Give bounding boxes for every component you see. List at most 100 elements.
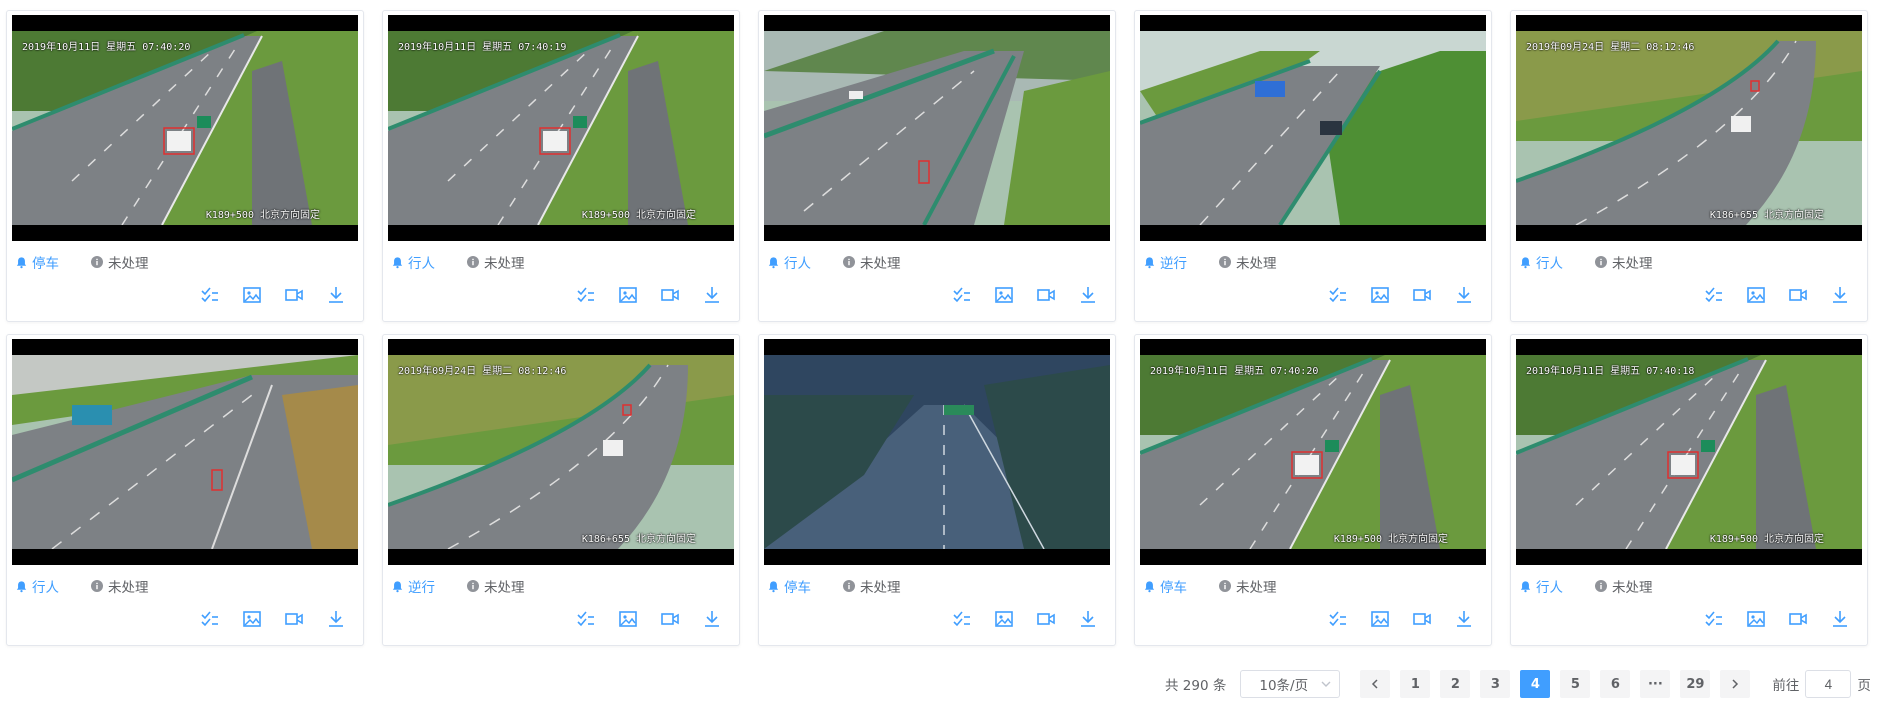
- view-video-button[interactable]: [1788, 285, 1808, 305]
- process-button[interactable]: [576, 285, 596, 305]
- view-video-button[interactable]: [660, 609, 680, 629]
- view-image-button[interactable]: [1370, 285, 1390, 305]
- prev-page-button[interactable]: [1360, 670, 1391, 698]
- event-card[interactable]: 2019年09月24日 星期二 08:12:46 K186+655 北京方向固定行…: [1510, 10, 1868, 322]
- view-video-button[interactable]: [1412, 285, 1432, 305]
- process-button[interactable]: [200, 285, 220, 305]
- more-pages-button[interactable]: ···: [1640, 670, 1671, 698]
- event-type: 停车: [767, 576, 843, 596]
- event-card[interactable]: 2019年10月11日 星期五 07:40:18 K189+500 北京方向固定行…: [1510, 334, 1868, 646]
- download-button[interactable]: [1078, 609, 1098, 629]
- download-button[interactable]: [1454, 285, 1474, 305]
- info-icon: [1219, 580, 1231, 592]
- check-list-icon: [1705, 611, 1722, 627]
- event-snapshot[interactable]: 2019年10月11日 星期五 07:40:20 K189+500 北京方向固定: [1140, 339, 1486, 565]
- view-image-button[interactable]: [1370, 609, 1390, 629]
- download-button[interactable]: [1830, 285, 1850, 305]
- page-button[interactable]: 2: [1440, 670, 1471, 698]
- download-button[interactable]: [1078, 285, 1098, 305]
- view-image-button[interactable]: [994, 609, 1014, 629]
- card-actions: [12, 285, 358, 305]
- chevron-right-icon: [1732, 679, 1739, 689]
- view-video-button[interactable]: [660, 285, 680, 305]
- view-video-button[interactable]: [1036, 609, 1056, 629]
- page-button[interactable]: 3: [1480, 670, 1511, 698]
- view-image-button[interactable]: [618, 609, 638, 629]
- process-button[interactable]: [200, 609, 220, 629]
- event-type: 行人: [15, 576, 91, 596]
- image-icon: [619, 287, 637, 303]
- event-card[interactable]: 行人 未处理: [6, 334, 364, 646]
- osd-location: K186+655 北京方向固定: [581, 534, 696, 545]
- card-actions: [1516, 609, 1862, 629]
- view-image-button[interactable]: [1746, 609, 1766, 629]
- event-snapshot[interactable]: 2019年09月24日 星期二 08:12:46 K186+655 北京方向固定: [1516, 15, 1862, 241]
- view-image-button[interactable]: [242, 609, 262, 629]
- image-icon: [995, 611, 1013, 627]
- goto-prefix: 前往: [1772, 678, 1800, 694]
- view-image-button[interactable]: [994, 285, 1014, 305]
- osd-timestamp: 2019年10月11日 星期五 07:40:20: [22, 42, 191, 53]
- download-button[interactable]: [702, 285, 722, 305]
- event-card[interactable]: 停车 未处理: [758, 334, 1116, 646]
- view-image-button[interactable]: [618, 285, 638, 305]
- event-snapshot[interactable]: 2019年10月11日 星期五 07:40:19 K189+500 北京方向固定: [388, 15, 734, 241]
- page-list: 1 2 3 4 5 6 ··· 29: [1400, 670, 1720, 698]
- event-snapshot[interactable]: [12, 339, 358, 565]
- process-button[interactable]: [576, 609, 596, 629]
- view-image-button[interactable]: [1746, 285, 1766, 305]
- view-video-button[interactable]: [1412, 609, 1432, 629]
- process-button[interactable]: [952, 285, 972, 305]
- bell-icon: [768, 256, 779, 268]
- event-snapshot[interactable]: [1140, 15, 1486, 241]
- check-list-icon: [1705, 287, 1722, 303]
- event-card[interactable]: 2019年10月11日 星期五 07:40:20 K189+500 北京方向固定停…: [1134, 334, 1492, 646]
- page-button[interactable]: 5: [1560, 670, 1591, 698]
- event-snapshot[interactable]: 2019年10月11日 星期五 07:40:18 K189+500 北京方向固定: [1516, 339, 1862, 565]
- event-snapshot[interactable]: 2019年09月24日 星期二 08:12:46 K186+655 北京方向固定: [388, 339, 734, 565]
- image-icon: [1747, 287, 1765, 303]
- process-button[interactable]: [1704, 285, 1724, 305]
- process-status: 未处理: [91, 252, 149, 272]
- bell-icon: [392, 580, 403, 592]
- process-button[interactable]: [1704, 609, 1724, 629]
- view-video-button[interactable]: [1036, 285, 1056, 305]
- page-button[interactable]: 6: [1600, 670, 1631, 698]
- process-button[interactable]: [952, 609, 972, 629]
- event-type: 逆行: [391, 576, 467, 596]
- process-status: 未处理: [1219, 252, 1277, 272]
- camera-image: [1140, 355, 1486, 549]
- event-snapshot[interactable]: [764, 15, 1110, 241]
- view-video-button[interactable]: [284, 609, 304, 629]
- process-button[interactable]: [1328, 285, 1348, 305]
- process-status-label: 未处理: [1612, 256, 1653, 272]
- event-card[interactable]: 2019年09月24日 星期二 08:12:46 K186+655 北京方向固定逆…: [382, 334, 740, 646]
- process-button[interactable]: [1328, 609, 1348, 629]
- download-button[interactable]: [1454, 609, 1474, 629]
- download-button[interactable]: [326, 609, 346, 629]
- goto-page-input[interactable]: [1805, 670, 1852, 698]
- view-video-button[interactable]: [284, 285, 304, 305]
- camera-image: [764, 31, 1110, 225]
- card-actions: [764, 285, 1110, 305]
- event-type-label: 行人: [408, 256, 435, 272]
- page-button[interactable]: 4: [1520, 670, 1551, 698]
- page-button[interactable]: 29: [1680, 670, 1711, 698]
- event-card[interactable]: 2019年10月11日 星期五 07:40:20 K189+500 北京方向固定停…: [6, 10, 364, 322]
- event-snapshot[interactable]: 2019年10月11日 星期五 07:40:20 K189+500 北京方向固定: [12, 15, 358, 241]
- event-card[interactable]: 2019年10月11日 星期五 07:40:19 K189+500 北京方向固定行…: [382, 10, 740, 322]
- info-icon: [843, 256, 855, 268]
- page-button[interactable]: 1: [1400, 670, 1431, 698]
- download-button[interactable]: [326, 285, 346, 305]
- event-card[interactable]: 逆行 未处理: [1134, 10, 1492, 322]
- image-icon: [619, 611, 637, 627]
- view-video-button[interactable]: [1788, 609, 1808, 629]
- event-snapshot[interactable]: [764, 339, 1110, 565]
- event-card[interactable]: 行人 未处理: [758, 10, 1116, 322]
- next-page-button[interactable]: [1720, 670, 1751, 698]
- view-image-button[interactable]: [242, 285, 262, 305]
- download-button[interactable]: [1830, 609, 1850, 629]
- download-button[interactable]: [702, 609, 722, 629]
- page-size-select[interactable]: 10条/页: [1240, 670, 1341, 698]
- check-list-icon: [577, 287, 594, 303]
